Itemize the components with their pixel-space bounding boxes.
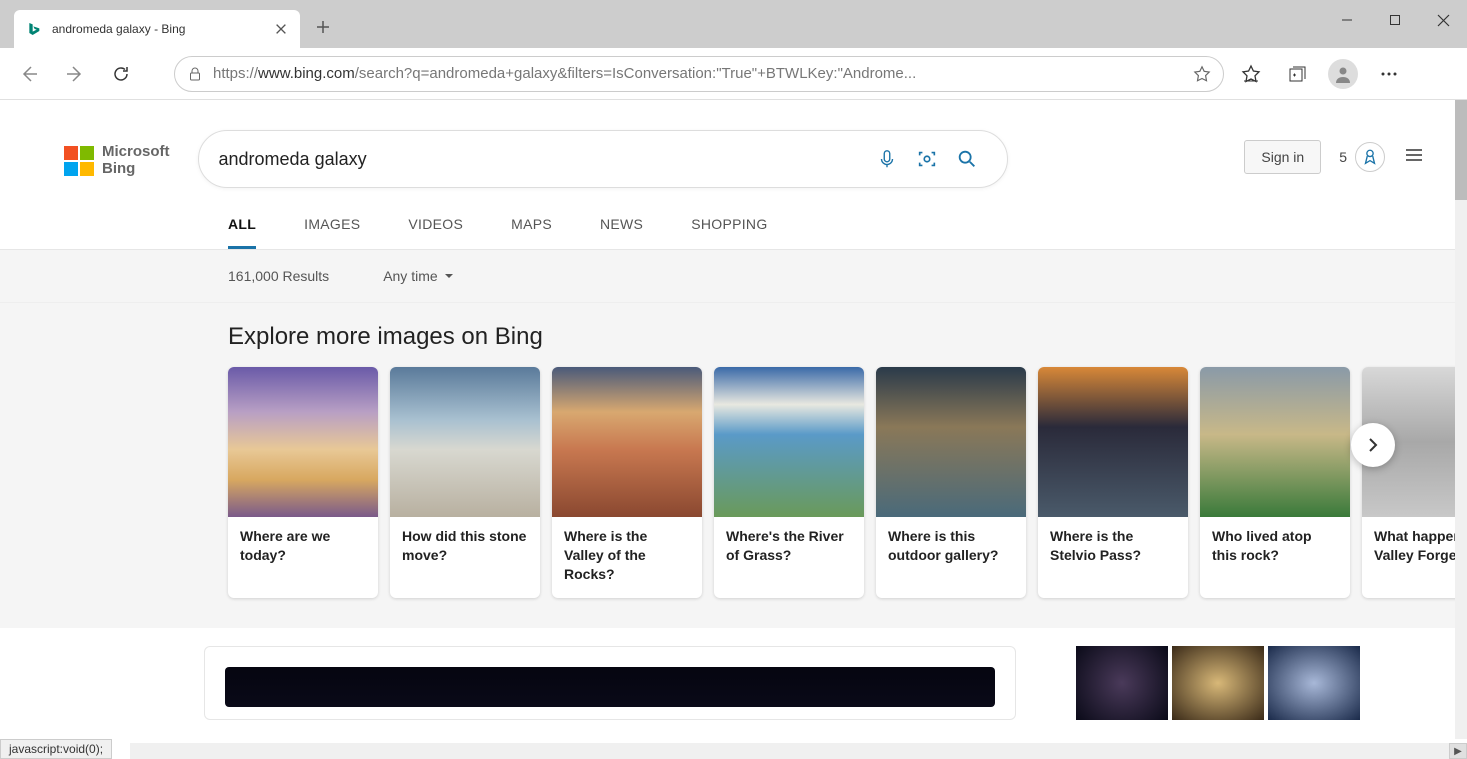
- menu-icon: [1403, 144, 1425, 166]
- header-right: Sign in 5: [1244, 140, 1455, 174]
- collections-button[interactable]: [1278, 55, 1316, 93]
- logo-text: MicrosoftBing: [102, 144, 170, 177]
- profile-button[interactable]: [1324, 55, 1362, 93]
- thumbnail[interactable]: [1172, 646, 1264, 720]
- card-image: [228, 367, 378, 517]
- browser-toolbar: https://www.bing.com/search?q=andromeda+…: [0, 48, 1467, 100]
- time-filter-label: Any time: [383, 268, 437, 284]
- explore-card[interactable]: How did this stone move?: [390, 367, 540, 598]
- new-tab-button[interactable]: [308, 12, 338, 42]
- card-title: How did this stone move?: [390, 517, 540, 593]
- browser-tab[interactable]: andromeda galaxy - Bing: [14, 10, 300, 48]
- results-count: 161,000 Results: [228, 268, 329, 284]
- window-titlebar: andromeda galaxy - Bing: [0, 0, 1467, 48]
- explore-heading: Explore more images on Bing: [228, 323, 1455, 351]
- explore-cards-row: Where are we today? How did this stone m…: [228, 367, 1455, 598]
- minimize-button[interactable]: [1323, 0, 1371, 40]
- card-title: Where are we today?: [228, 517, 378, 593]
- lock-icon: [187, 66, 203, 82]
- scrollbar-thumb[interactable]: [1455, 100, 1467, 200]
- camera-scan-icon: [916, 148, 938, 170]
- tab-maps[interactable]: MAPS: [511, 216, 552, 249]
- menu-button[interactable]: [1370, 55, 1408, 93]
- person-icon: [1333, 64, 1353, 84]
- window-controls: [1323, 0, 1467, 40]
- tab-title: andromeda galaxy - Bing: [52, 22, 264, 36]
- thumbnail[interactable]: [1076, 646, 1168, 720]
- chevron-down-icon: [444, 271, 454, 281]
- explore-section: Explore more images on Bing Where are we…: [0, 303, 1455, 628]
- search-input[interactable]: [219, 149, 867, 170]
- primary-result-card[interactable]: [204, 646, 1016, 720]
- tab-all[interactable]: ALL: [228, 216, 256, 249]
- rewards-widget[interactable]: 5: [1339, 142, 1385, 172]
- card-image: [552, 367, 702, 517]
- close-tab-icon[interactable]: [274, 22, 288, 36]
- time-filter-dropdown[interactable]: Any time: [383, 268, 453, 284]
- search-box: [198, 130, 1008, 188]
- card-image: [1200, 367, 1350, 517]
- maximize-button[interactable]: [1371, 0, 1419, 40]
- chevron-right-icon: [1364, 436, 1382, 454]
- card-image: [714, 367, 864, 517]
- card-title: Who lived atop this rock?: [1200, 517, 1350, 593]
- search-header: MicrosoftBing Sign in 5: [0, 100, 1455, 188]
- url-text: https://www.bing.com/search?q=andromeda+…: [213, 65, 1183, 82]
- microsoft-logo-icon: [64, 146, 94, 176]
- tab-shopping[interactable]: SHOPPING: [691, 216, 767, 249]
- main-results-area: [0, 628, 1455, 720]
- rewards-icon: [1355, 142, 1385, 172]
- hamburger-menu-button[interactable]: [1403, 144, 1425, 171]
- card-title: What happened at Valley Forge?: [1362, 517, 1455, 593]
- result-meta-bar: 161,000 Results Any time: [0, 250, 1455, 303]
- page-content: MicrosoftBing Sign in 5 ALL IMAGES VIDEO…: [0, 100, 1455, 739]
- side-thumbnails: [1076, 646, 1360, 720]
- tab-news[interactable]: NEWS: [600, 216, 643, 249]
- microphone-icon: [876, 148, 898, 170]
- explore-card[interactable]: Where is the Valley of the Rocks?: [552, 367, 702, 598]
- explore-card[interactable]: Where is this outdoor gallery?: [876, 367, 1026, 598]
- favorites-button[interactable]: [1232, 55, 1270, 93]
- hero-image: [225, 667, 995, 707]
- card-image: [390, 367, 540, 517]
- bing-logo[interactable]: MicrosoftBing: [64, 144, 170, 177]
- search-button[interactable]: [947, 139, 987, 179]
- explore-card[interactable]: Where are we today?: [228, 367, 378, 598]
- search-category-tabs: ALL IMAGES VIDEOS MAPS NEWS SHOPPING: [0, 188, 1455, 250]
- explore-card[interactable]: Where is the Stelvio Pass?: [1038, 367, 1188, 598]
- scroll-right-arrow[interactable]: ▶: [1449, 743, 1467, 759]
- vertical-scrollbar[interactable]: [1455, 100, 1467, 739]
- card-title: Where is the Valley of the Rocks?: [552, 517, 702, 598]
- thumbnail[interactable]: [1268, 646, 1360, 720]
- explore-card[interactable]: Where's the River of Grass?: [714, 367, 864, 598]
- search-icon: [956, 148, 978, 170]
- carousel-next-button[interactable]: [1351, 423, 1395, 467]
- rewards-count: 5: [1339, 149, 1347, 165]
- card-image: [876, 367, 1026, 517]
- voice-search-button[interactable]: [867, 139, 907, 179]
- card-image: [1038, 367, 1188, 517]
- card-title: Where is the Stelvio Pass?: [1038, 517, 1188, 593]
- card-title: Where's the River of Grass?: [714, 517, 864, 593]
- card-title: Where is this outdoor gallery?: [876, 517, 1026, 593]
- bing-favicon-icon: [26, 21, 42, 37]
- plus-icon: [315, 19, 331, 35]
- image-search-button[interactable]: [907, 139, 947, 179]
- explore-card[interactable]: What happened at Valley Forge?: [1362, 367, 1455, 598]
- signin-button[interactable]: Sign in: [1244, 140, 1321, 174]
- favorite-star-icon[interactable]: [1193, 65, 1211, 83]
- forward-button[interactable]: [56, 55, 94, 93]
- close-window-button[interactable]: [1419, 0, 1467, 40]
- tab-images[interactable]: IMAGES: [304, 216, 360, 249]
- tab-videos[interactable]: VIDEOS: [408, 216, 463, 249]
- status-bar: javascript:void(0);: [0, 739, 112, 759]
- horizontal-scrollbar[interactable]: ▶: [130, 743, 1467, 759]
- explore-card[interactable]: Who lived atop this rock?: [1200, 367, 1350, 598]
- refresh-button[interactable]: [102, 55, 140, 93]
- back-button[interactable]: [10, 55, 48, 93]
- address-bar[interactable]: https://www.bing.com/search?q=andromeda+…: [174, 56, 1224, 92]
